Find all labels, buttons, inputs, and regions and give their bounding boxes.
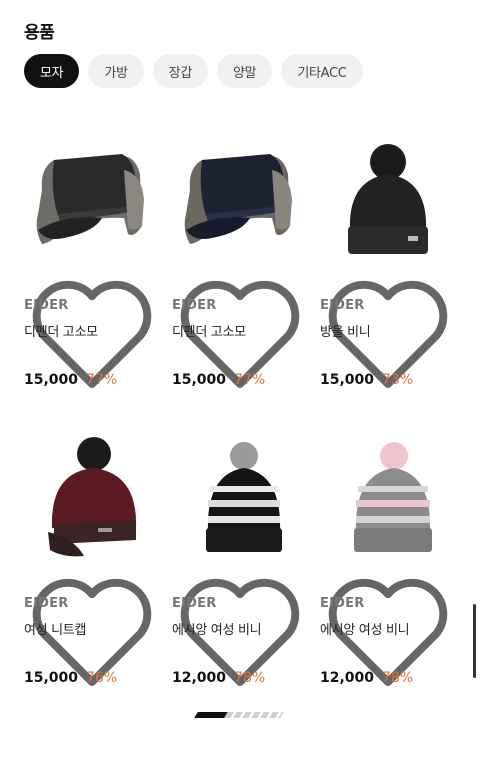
product-image[interactable] [172, 428, 308, 686]
product-price: 12,000 [320, 670, 375, 686]
product-price: 15,000 [24, 372, 79, 388]
product-card[interactable]: EIDER 에시앙 여성 비니 12,000 78% [320, 428, 456, 726]
tab-hat[interactable]: 모자 [24, 54, 80, 88]
section-title: 용품 [24, 23, 55, 43]
product-price: 15,000 [172, 372, 227, 388]
product-card[interactable]: EIDER 디펜더 고소모 15,000 77% [24, 130, 160, 428]
product-grid: EIDER 디펜더 고소모 15,000 77% EIDER 디펜더 고소모 1… [24, 130, 464, 726]
product-brand: EIDER [172, 298, 217, 313]
product-image[interactable] [320, 130, 456, 388]
product-discount: 77% [234, 372, 266, 388]
product-discount: 78% [382, 670, 414, 686]
scrollbar[interactable] [473, 604, 476, 678]
tab-socks[interactable]: 양말 [216, 54, 273, 88]
product-card[interactable]: EIDER 여성 니트캡 15,000 76% [24, 428, 160, 726]
product-card[interactable]: EIDER 디펜더 고소모 15,000 77% [172, 130, 308, 428]
product-image[interactable] [24, 428, 160, 686]
product-price: 12,000 [172, 670, 227, 686]
product-name[interactable]: 에시앙 여성 비니 [320, 619, 410, 638]
product-name[interactable]: 여성 니트캡 [24, 619, 86, 638]
product-discount: 76% [86, 670, 118, 686]
product-discount: 77% [86, 372, 118, 388]
product-name[interactable]: 디펜더 고소모 [172, 321, 246, 340]
tab-gloves[interactable]: 장갑 [152, 54, 208, 88]
pager-inactive-segment [224, 712, 284, 718]
product-brand: EIDER [24, 596, 69, 611]
carousel-pager[interactable] [194, 712, 284, 718]
product-name[interactable]: 방울 비니 [320, 321, 371, 340]
product-brand: EIDER [172, 596, 217, 611]
product-card[interactable]: EIDER 방울 비니 15,000 73% [320, 130, 456, 428]
tab-other-acc[interactable]: 기타ACC [281, 54, 363, 88]
product-image[interactable] [320, 428, 456, 686]
product-name[interactable]: 디펜더 고소모 [24, 321, 98, 340]
product-brand: EIDER [24, 298, 69, 313]
product-image[interactable] [172, 130, 308, 388]
product-brand: EIDER [320, 596, 365, 611]
category-tabs: 모자 가방 장갑 양말 기타ACC [24, 54, 363, 88]
pager-active-segment [194, 712, 228, 718]
product-price: 15,000 [320, 372, 375, 388]
product-image[interactable] [24, 130, 160, 388]
tab-bag[interactable]: 가방 [88, 54, 144, 88]
product-price: 15,000 [24, 670, 79, 686]
product-brand: EIDER [320, 298, 365, 313]
product-discount: 78% [234, 670, 266, 686]
product-name[interactable]: 에시앙 여성 비니 [172, 619, 262, 638]
product-discount: 73% [382, 372, 414, 388]
product-card[interactable]: EIDER 에시앙 여성 비니 12,000 78% [172, 428, 308, 726]
